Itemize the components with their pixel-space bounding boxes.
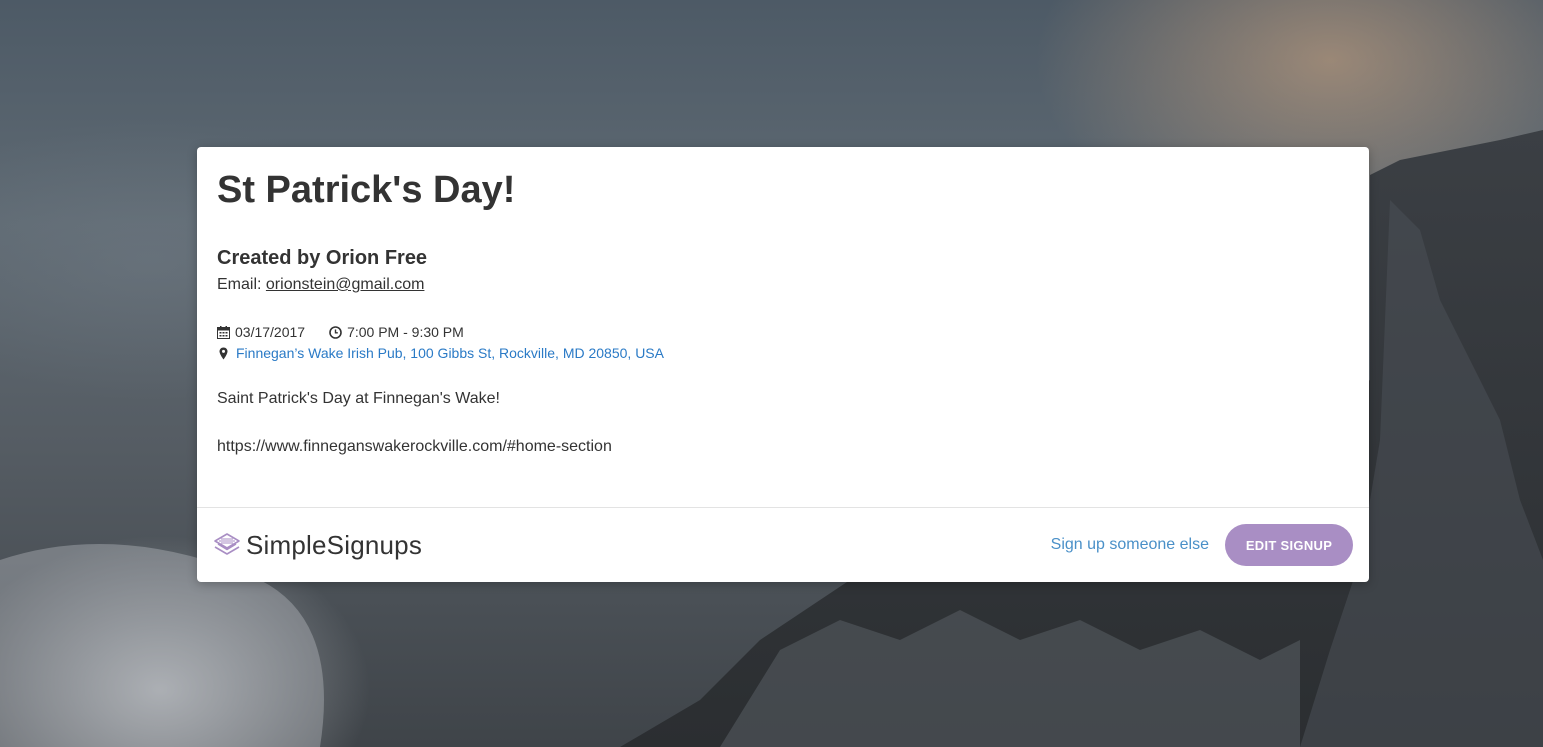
card-footer: SimpleSignups Sign up someone else EDIT … [197, 507, 1369, 582]
email-link[interactable]: orionstein@gmail.com [266, 276, 425, 293]
location-row: Finnegan’s Wake Irish Pub, 100 Gibbs St,… [217, 344, 664, 362]
event-time: 7:00 PM - 9:30 PM [347, 324, 464, 340]
email-row: Email: orionstein@gmail.com [217, 275, 424, 295]
date-time-row: 03/17/2017 7:00 PM - 9:30 PM [217, 323, 488, 341]
sign-up-someone-else-link[interactable]: Sign up someone else [1051, 534, 1209, 556]
clock-icon [329, 325, 342, 339]
stacked-layers-logo-icon [214, 533, 240, 555]
signup-card: St Patrick's Day! Created by Orion Free … [197, 147, 1369, 582]
creator-name: Created by Orion Free [217, 247, 428, 269]
event-details: St Patrick's Day! Created by Orion Free … [217, 147, 1349, 507]
brand-name: SimpleSignups [246, 530, 423, 560]
event-location-link[interactable]: Finnegan’s Wake Irish Pub, 100 Gibbs St,… [236, 344, 664, 362]
email-label: Email: [217, 276, 266, 293]
calendar-icon [217, 325, 230, 339]
brand-logo[interactable]: SimpleSignups [213, 530, 422, 560]
map-marker-icon [219, 347, 228, 359]
event-title: St Patrick's Day! [217, 169, 516, 211]
date-item: 03/17/2017 [217, 323, 305, 341]
time-item: 7:00 PM - 9:30 PM [329, 323, 464, 341]
event-url: https://www.finneganswakerockville.com/#… [217, 438, 612, 455]
edit-signup-button[interactable]: EDIT SIGNUP [1225, 524, 1353, 566]
event-date: 03/17/2017 [235, 324, 306, 340]
event-description: Saint Patrick's Day at Finnegan's Wake! [217, 390, 500, 407]
